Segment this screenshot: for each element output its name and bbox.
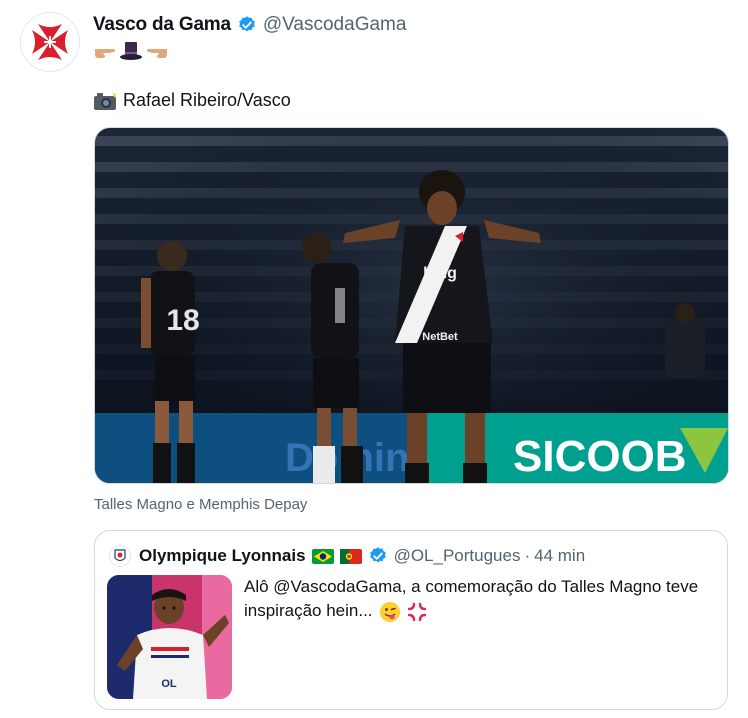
meta-separator: · bbox=[524, 546, 531, 565]
verified-badge-icon bbox=[237, 15, 257, 35]
vasco-cross-icon bbox=[25, 17, 75, 67]
quoted-display-name[interactable]: Olympique Lyonnais bbox=[139, 546, 306, 566]
media-caption: Talles Magno e Memphis Depay bbox=[94, 496, 308, 513]
memphis-photo: OL bbox=[107, 575, 232, 699]
tweet-header: Vasco da Gama @VascodaGama bbox=[93, 14, 406, 36]
tweet-body: Rafael Ribeiro/Vasco bbox=[123, 90, 291, 110]
author-handle[interactable]: @VascodaGama bbox=[263, 14, 407, 36]
board-text-sicoob: SICOOB bbox=[513, 432, 687, 481]
quoted-avatar[interactable] bbox=[109, 545, 131, 567]
name-emojis bbox=[93, 40, 169, 62]
jersey-sponsor: bmg bbox=[423, 265, 457, 282]
anger-symbol-icon bbox=[407, 602, 427, 621]
jersey-number: 18 bbox=[166, 304, 199, 337]
author-display-name[interactable]: Vasco da Gama bbox=[93, 14, 231, 36]
backhand-right-icon bbox=[95, 49, 115, 58]
quoted-tweet-text: Alô @VascodaGama, a comemoração do Talle… bbox=[244, 575, 714, 623]
quoted-meta: @OL_Portugues · 44 min bbox=[394, 546, 586, 566]
portugal-flag-icon bbox=[339, 548, 362, 564]
quoted-time[interactable]: 44 min bbox=[534, 546, 585, 566]
quoted-tweet-header: Olympique Lyonnais @OL_Portugues · 44 mi… bbox=[109, 545, 585, 567]
quoted-photo-thumbnail[interactable]: OL bbox=[107, 575, 232, 699]
jersey-sponsor-2: NetBet bbox=[422, 331, 458, 343]
quoted-tweet[interactable]: Olympique Lyonnais @OL_Portugues · 44 mi… bbox=[94, 530, 728, 710]
tweet-text: Rafael Ribeiro/Vasco bbox=[93, 90, 291, 111]
thumb-badge: OL bbox=[161, 678, 177, 690]
backhand-left-icon bbox=[147, 49, 167, 58]
author-avatar[interactable] bbox=[20, 12, 80, 72]
brazil-flag-icon bbox=[311, 548, 334, 564]
winking-tongue-face-icon bbox=[380, 601, 401, 622]
tweet-photo[interactable]: Domin SICOOB 18 bbox=[94, 127, 729, 484]
quoted-handle[interactable]: @OL_Portugues bbox=[394, 546, 521, 566]
top-hat-icon bbox=[120, 42, 142, 60]
camera-flash-icon bbox=[94, 90, 117, 110]
ol-logo-icon bbox=[114, 549, 126, 562]
verified-badge-icon bbox=[368, 546, 388, 566]
player-celebration-photo: Domin SICOOB 18 bbox=[95, 128, 728, 483]
quoted-body: Alô @VascodaGama, a comemoração do Talle… bbox=[244, 577, 699, 620]
